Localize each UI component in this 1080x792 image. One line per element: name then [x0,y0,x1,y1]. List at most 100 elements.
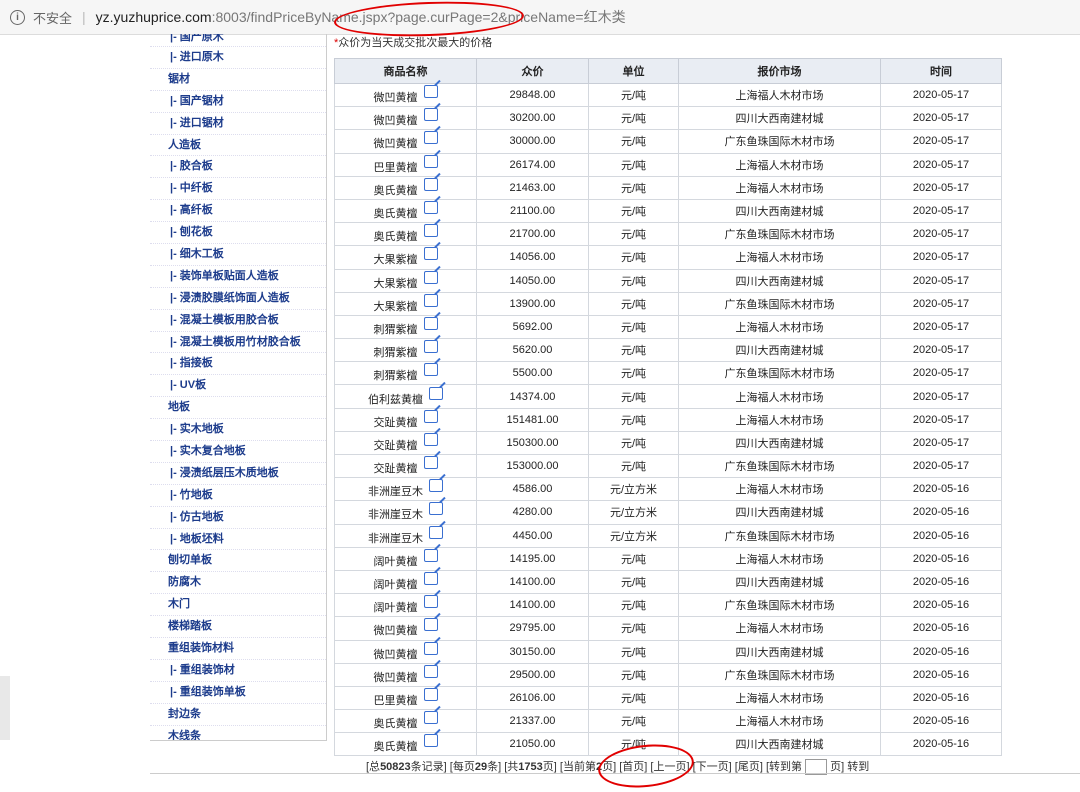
product-name[interactable]: 阔叶黄檀 [374,579,418,591]
sidebar-item[interactable]: 重组装饰材 [150,660,326,682]
jump-button[interactable]: 转到 [847,761,869,773]
product-name[interactable]: 大果紫檀 [374,278,418,290]
edit-icon[interactable] [423,432,438,446]
edit-icon[interactable] [423,247,438,261]
product-name[interactable]: 伯利兹黄檀 [368,394,423,406]
sidebar-item[interactable]: 地板 [150,397,326,420]
edit-icon[interactable] [423,595,438,609]
sidebar-item[interactable]: 防腐木 [150,572,326,595]
edit-icon[interactable] [423,85,438,99]
sidebar-item[interactable]: 细木工板 [150,244,326,266]
edit-icon[interactable] [423,293,438,307]
edit-icon[interactable] [423,108,438,122]
product-name[interactable]: 奥氏黄檀 [374,741,418,753]
product-name[interactable]: 奥氏黄檀 [374,231,418,243]
sidebar-item[interactable]: 木门 [150,594,326,617]
edit-icon[interactable] [423,711,438,725]
product-name[interactable]: 微凹黄檀 [374,672,418,684]
sidebar-item[interactable]: 装饰单板贴面人造板 [150,266,326,288]
product-name[interactable]: 刺猬紫檀 [374,347,418,359]
sidebar-item[interactable]: 中纤板 [150,178,326,201]
sidebar-item[interactable]: 刨花板 [150,222,326,245]
product-name[interactable]: 交趾黄檀 [374,440,418,452]
product-name[interactable]: 奥氏黄檀 [374,185,418,197]
sidebar-item[interactable]: 实木复合地板 [150,441,326,463]
product-name[interactable]: 交趾黄檀 [374,417,418,429]
sidebar-item[interactable]: 地板坯料 [150,529,326,551]
sidebar-item[interactable]: UV板 [150,375,326,398]
edit-icon[interactable] [423,734,438,748]
product-name[interactable]: 微凹黄檀 [374,115,418,127]
product-name[interactable]: 巴里黄檀 [374,162,418,174]
edit-icon[interactable] [429,479,443,493]
sidebar-item[interactable]: 木线条 [150,726,326,740]
product-name[interactable]: 非洲崖豆木 [368,486,423,498]
product-name[interactable]: 非洲崖豆木 [368,509,423,521]
sidebar-item[interactable]: 高纤板 [150,200,326,223]
date-value: 2020-05-17 [880,430,1002,456]
edit-icon[interactable] [429,525,443,539]
sidebar-item[interactable]: 混凝土模板用竹材胶合板 [150,332,326,354]
product-name[interactable]: 奥氏黄檀 [374,208,418,220]
url-text[interactable]: yz.yuzhuprice.com:8003/findPriceByName.j… [96,7,626,27]
prev-page-link[interactable]: [上一页] [650,761,689,773]
edit-icon[interactable] [423,316,438,330]
sidebar-item[interactable]: 进口锯材 [150,113,326,135]
product-name[interactable]: 非洲崖豆木 [368,533,423,545]
product-name[interactable]: 奥氏黄檀 [374,718,418,730]
product-name[interactable]: 微凹黄檀 [374,138,418,150]
product-name[interactable]: 巴里黄檀 [374,695,418,707]
product-name[interactable]: 微凹黄檀 [374,649,418,661]
info-icon[interactable]: i [10,9,25,25]
sidebar-item[interactable]: 国产原木 [150,34,326,47]
sidebar-item[interactable]: 实木地板 [150,419,326,442]
sidebar-item[interactable]: 竹地板 [150,485,326,507]
sidebar-item[interactable]: 胶合板 [150,156,326,179]
sidebar-item[interactable]: 人造板 [150,135,326,157]
product-name[interactable]: 刺猬紫檀 [374,370,418,382]
sidebar-item[interactable]: 刨切单板 [150,550,326,573]
edit-icon[interactable] [429,502,443,516]
next-page-link[interactable]: [下一页] [693,761,732,773]
edit-icon[interactable] [423,409,438,423]
edit-icon[interactable] [423,131,438,145]
sidebar-item[interactable]: 仿古地板 [150,507,326,529]
sidebar-item[interactable]: 混凝土模板用胶合板 [150,310,326,332]
last-page-link[interactable]: [尾页] [735,761,763,773]
edit-icon[interactable] [423,618,438,632]
first-page-link[interactable]: [首页] [619,761,647,773]
sidebar-item[interactable]: 国产锯材 [150,91,326,113]
edit-icon[interactable] [423,177,438,191]
sidebar-item[interactable]: 浸渍纸层压木质地板 [150,463,326,485]
product-name[interactable]: 大果紫檀 [374,301,418,313]
sidebar-item[interactable]: 锯材 [150,69,326,91]
edit-icon[interactable] [423,687,438,701]
sidebar-item[interactable]: 指接板 [150,353,326,376]
edit-icon[interactable] [423,340,438,354]
edit-icon[interactable] [423,224,438,238]
product-name[interactable]: 交趾黄檀 [374,463,418,475]
sidebar-item[interactable]: 封边条 [150,704,326,726]
edit-icon[interactable] [423,201,438,215]
address-bar[interactable]: i 不安全 | yz.yuzhuprice.com:8003/findPrice… [0,0,1080,35]
product-name[interactable]: 大果紫檀 [374,254,418,266]
sidebar-item[interactable]: 楼梯踏板 [150,616,326,639]
sidebar-item[interactable]: 重组装饰单板 [150,682,326,704]
edit-icon[interactable] [423,154,438,168]
product-name[interactable]: 刺猬紫檀 [374,324,418,336]
edit-icon[interactable] [423,270,438,284]
product-name[interactable]: 微凹黄檀 [374,92,418,104]
sidebar-item[interactable]: 浸渍胶膜纸饰面人造板 [150,288,326,310]
edit-icon[interactable] [429,386,443,400]
edit-icon[interactable] [423,641,438,655]
edit-icon[interactable] [423,456,438,470]
edit-icon[interactable] [423,363,438,377]
product-name[interactable]: 阔叶黄檀 [374,556,418,568]
product-name[interactable]: 微凹黄檀 [374,625,418,637]
edit-icon[interactable] [423,572,438,586]
sidebar-item[interactable]: 进口原木 [150,47,326,69]
sidebar-item[interactable]: 重组装饰材料 [150,638,326,660]
edit-icon[interactable] [423,664,438,678]
product-name[interactable]: 阔叶黄檀 [374,602,418,614]
edit-icon[interactable] [423,548,438,562]
